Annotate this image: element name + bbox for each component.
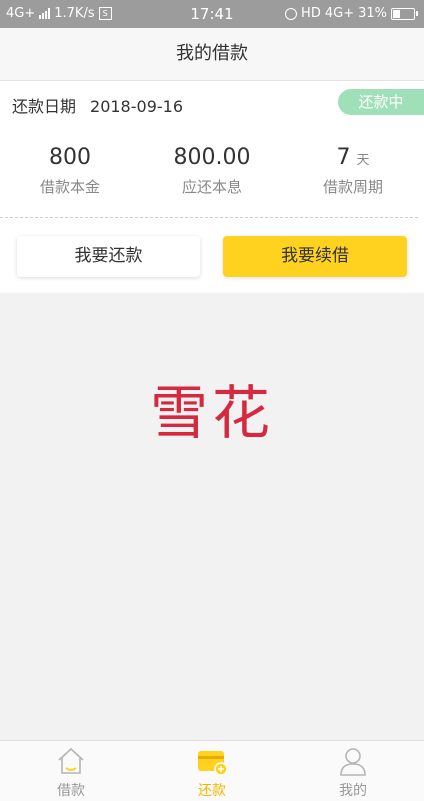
page-title: 我的借款 [0,28,424,81]
period-value-row: 7天 [283,145,423,170]
card-icon [198,751,228,776]
period-unit: 天 [356,153,370,168]
bottom-tab-bar: 借款 还款 我的 [0,740,424,801]
tab-loan-label: 借款 [57,783,85,799]
home-icon [58,747,84,774]
loan-card: 还款日期 2018-09-16 还款中 800 借款本金 800.00 应还本息 … [0,81,424,293]
battery-percent: 31% [358,6,387,21]
due-date-label: 还款日期 [12,97,77,116]
hd-indicator: HD [301,6,321,21]
renew-button[interactable]: 我要续借 [223,236,407,277]
principal-label: 借款本金 [39,178,100,196]
tab-repay[interactable]: 还款 [167,741,257,801]
brand-logo-text: 雪花 [149,379,274,447]
dashed-divider [0,217,418,218]
status-right: HD 4G+ 31% [285,6,418,21]
tab-mine-label: 我的 [339,783,367,799]
period-value: 7 [336,145,351,170]
due-date-value: 2018-09-16 [90,97,183,116]
tab-mine[interactable]: 我的 [308,741,398,801]
network-type-right: 4G+ [324,6,355,21]
period-label: 借款周期 [322,178,383,196]
tab-loan[interactable]: 借款 [26,741,116,801]
total-due-label: 应还本息 [181,178,242,196]
total-due-stat: 800.00 应还本息 [142,145,282,197]
user-icon [340,748,366,776]
principal-stat: 800 借款本金 [0,145,140,197]
status-bar: 4G+ 1.7K/s S 17:41 HD 4G+ 31% [0,0,424,28]
principal-value: 800 [49,145,91,170]
due-date-row: 还款日期 2018-09-16 [12,93,183,117]
alarm-icon [285,7,298,20]
status-badge: 还款中 [338,89,424,115]
total-due-value: 800.00 [173,145,251,170]
repay-button[interactable]: 我要还款 [17,236,200,277]
battery-icon [391,7,418,20]
period-stat: 7天 借款周期 [283,145,423,197]
tab-repay-label: 还款 [198,783,226,799]
